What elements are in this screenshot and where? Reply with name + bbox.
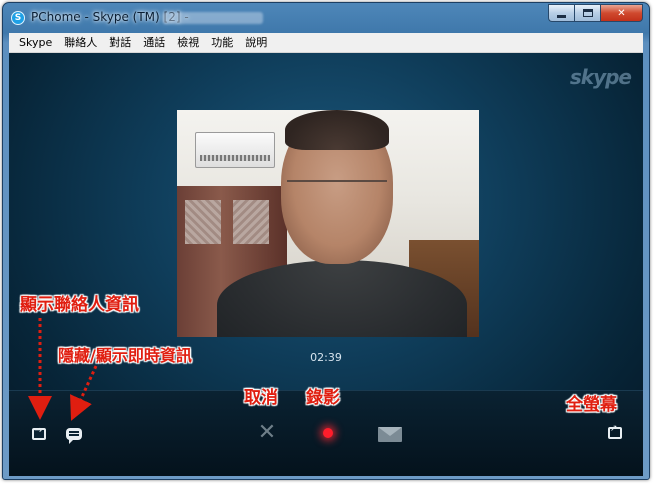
record-button[interactable] [319, 424, 337, 442]
menu-tools[interactable]: 功能 [205, 34, 239, 52]
person-glasses [287, 180, 387, 198]
send-message-button[interactable] [377, 425, 403, 443]
menu-skype[interactable]: Skype [13, 34, 58, 52]
skype-window: S PChome - Skype (TM) [2] - ✕ Skype 聯絡人 … [2, 2, 650, 480]
minimize-button[interactable] [548, 4, 574, 22]
annotation-record: 錄影 [306, 388, 340, 408]
annotation-toggle-im: 隱藏/顯示即時資訊 [58, 346, 192, 365]
show-contacts-icon [32, 425, 46, 440]
skype-logo: skype [569, 65, 632, 89]
minimize-icon [557, 14, 566, 18]
call-stage: skype 02:39 ✕ [9, 53, 643, 476]
fullscreen-button[interactable] [607, 424, 623, 441]
person-hair [285, 110, 389, 150]
video-feed[interactable] [177, 110, 479, 337]
annotation-fullscreen: 全螢幕 [566, 395, 617, 415]
chat-icon [66, 428, 82, 444]
menu-help[interactable]: 說明 [239, 34, 273, 52]
window-controls: ✕ [548, 4, 643, 22]
menu-view[interactable]: 檢視 [171, 34, 205, 52]
menu-conversation[interactable]: 對話 [103, 34, 137, 52]
show-contacts-button[interactable] [31, 425, 47, 442]
title-bar[interactable]: S PChome - Skype (TM) [2] - ✕ [3, 3, 649, 33]
maximize-button[interactable] [574, 4, 600, 22]
cancel-button[interactable]: ✕ [255, 421, 279, 445]
send-message-icon [378, 426, 402, 442]
maximize-icon [582, 9, 593, 17]
menu-contacts[interactable]: 聯絡人 [58, 34, 103, 52]
toggle-chat-button[interactable] [65, 425, 83, 444]
hangup-x-icon: ✕ [257, 420, 277, 445]
record-icon [323, 428, 333, 438]
menu-call[interactable]: 通話 [137, 34, 171, 52]
skype-icon[interactable]: S [11, 11, 25, 25]
close-button[interactable]: ✕ [600, 4, 643, 22]
air-conditioner [195, 132, 275, 168]
redacted-title-area [163, 12, 263, 24]
close-icon: ✕ [617, 7, 626, 19]
fullscreen-icon [608, 424, 622, 439]
menu-bar: Skype 聯絡人 對話 通話 檢視 功能 說明 [9, 33, 643, 53]
annotation-cancel: 取消 [244, 388, 278, 408]
annotation-show-contacts: 顯示聯絡人資訊 [20, 295, 139, 315]
